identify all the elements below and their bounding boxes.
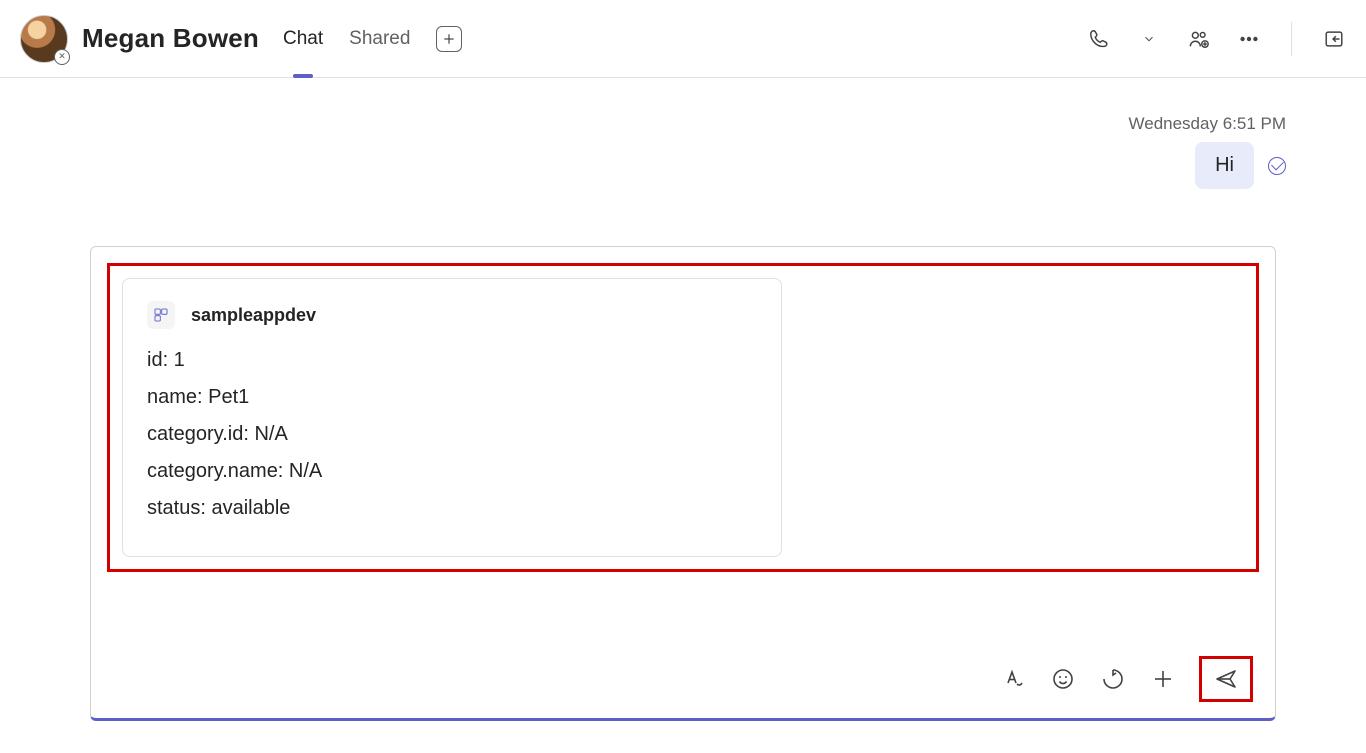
card-header: sampleappdev [147,301,757,329]
tab-list: Chat Shared [283,24,462,54]
emoji-button[interactable] [1049,665,1077,693]
message-bubble[interactable]: Hi [1195,142,1254,189]
card-field: id: 1 [147,349,757,372]
contact-avatar[interactable] [20,15,68,63]
loop-button[interactable] [1099,665,1127,693]
chat-header: Megan Bowen Chat Shared [0,0,1366,78]
more-options-button[interactable] [1237,27,1261,51]
sent-message: Wednesday 6:51 PM Hi [1129,114,1287,189]
send-button-highlight [1199,656,1253,702]
read-receipt-icon [1268,157,1286,175]
card-app-name: sampleappdev [191,305,316,326]
tab-shared[interactable]: Shared [349,24,410,54]
card-field: status: available [147,497,757,520]
card-field: category.id: N/A [147,423,757,446]
contact-name: Megan Bowen [82,23,259,54]
add-tab-button[interactable] [436,26,462,52]
presence-offline-icon [54,49,70,65]
adaptive-card-highlight: sampleappdev id: 1 name: Pet1 category.i… [107,263,1259,572]
compose-toolbar [107,656,1259,702]
compose-box[interactable]: sampleappdev id: 1 name: Pet1 category.i… [90,246,1276,721]
chat-area: Wednesday 6:51 PM Hi sampleappdev id: 1 … [0,78,1366,753]
call-button[interactable] [1087,27,1111,51]
header-actions [1087,22,1346,56]
add-people-button[interactable] [1187,27,1211,51]
send-button[interactable] [1212,665,1240,693]
format-button[interactable] [999,665,1027,693]
card-field: category.name: N/A [147,460,757,483]
adaptive-card[interactable]: sampleappdev id: 1 name: Pet1 category.i… [122,278,782,557]
separator [1291,22,1292,56]
card-field: name: Pet1 [147,386,757,409]
call-options-chevron-icon[interactable] [1137,27,1161,51]
open-panel-button[interactable] [1322,27,1346,51]
attach-actions-button[interactable] [1149,665,1177,693]
message-timestamp: Wednesday 6:51 PM [1129,114,1287,134]
app-logo-icon [147,301,175,329]
tab-chat[interactable]: Chat [283,24,323,54]
